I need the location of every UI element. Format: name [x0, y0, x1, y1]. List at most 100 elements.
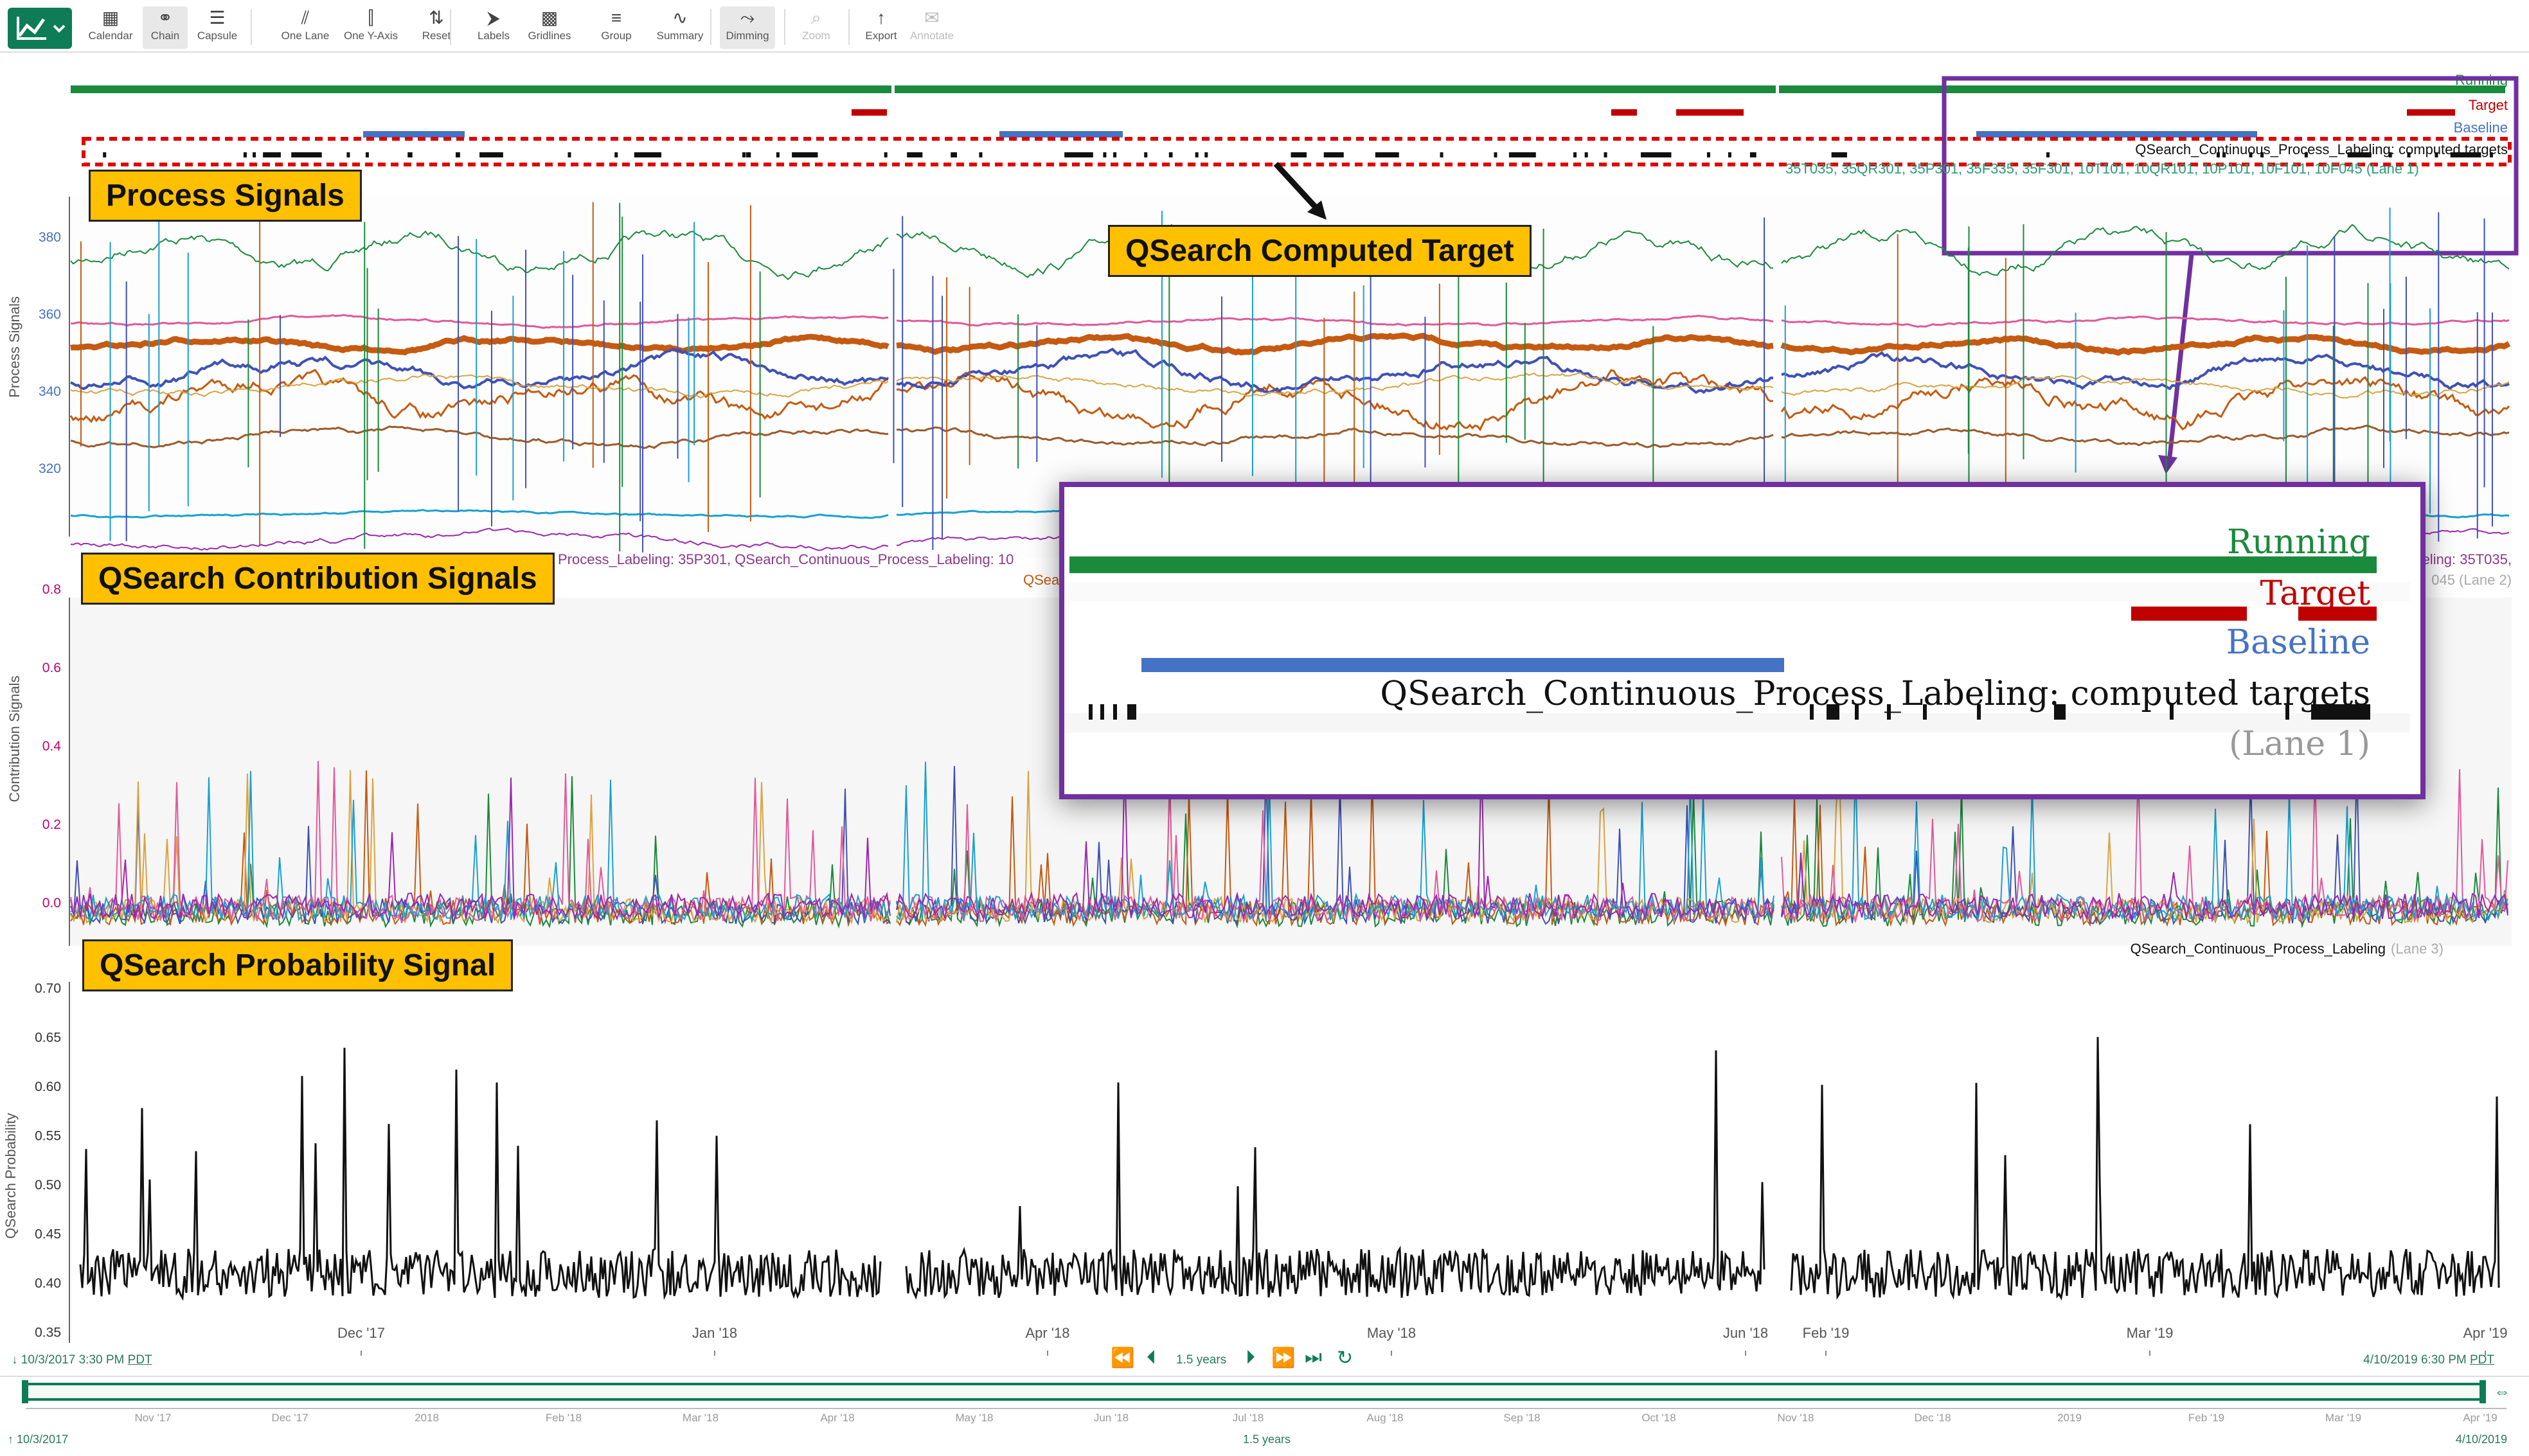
end-time[interactable]: 4/10/2019 6:30 PM PDT [2363, 1353, 2494, 1367]
capsule-button[interactable]: ☰ Capsule [190, 6, 244, 49]
computed-target-mark[interactable] [346, 152, 350, 157]
computed-target-mark[interactable] [243, 152, 247, 157]
computed-target-capsules[interactable] [103, 152, 2493, 157]
target-capsule[interactable] [852, 109, 887, 116]
running-capsule[interactable] [71, 85, 891, 93]
one-lane-button[interactable]: ⫽ One Lane [276, 6, 334, 49]
step-forward-far-button[interactable]: ⏩ [1271, 1347, 1295, 1369]
computed-target-mark[interactable] [1113, 152, 1117, 157]
overview-tick: Apr '18 [820, 1412, 854, 1424]
computed-target-mark[interactable] [456, 152, 460, 157]
overview-range-selector[interactable] [24, 1383, 2483, 1401]
export-button[interactable]: ↑ Export [859, 6, 904, 49]
group-button[interactable]: ≡ Group [594, 6, 639, 49]
time-overview[interactable]: Nov '17 Dec '17 2018 Feb '18 Mar '18 Apr '18 M… [0, 1376, 2529, 1424]
labels-icon: ⮞ [487, 8, 501, 28]
chain-button[interactable]: ⚭ Chain [143, 6, 188, 49]
computed-target-mark[interactable] [1494, 152, 1497, 157]
computed-target-mark[interactable] [1064, 152, 1093, 157]
probability-tick: 0.60 [35, 1079, 61, 1094]
zoom-running-label: Running [2226, 523, 2370, 562]
computed-target-mark[interactable] [792, 152, 818, 157]
gridlines-button[interactable]: ▩ Gridlines [521, 6, 578, 49]
overview-start[interactable]: ↑ 10/3/2017 [8, 1433, 68, 1446]
computed-target-mark[interactable] [103, 152, 107, 157]
summary-icon: ∿ [672, 8, 688, 28]
running-capsule[interactable] [895, 85, 1776, 93]
computed-target-mark[interactable] [776, 152, 780, 157]
computed-target-mark[interactable] [1749, 152, 1753, 157]
one-y-axis-button[interactable]: ⫿ One Y-Axis [339, 6, 402, 49]
computed-target-mark[interactable] [1204, 152, 1208, 157]
computed-target-mark[interactable] [1323, 152, 1344, 157]
overview-end[interactable]: 4/10/2019 [2456, 1433, 2507, 1446]
capsule-lane[interactable]: Running Target Baseline QSearch_Continuo… [71, 72, 2512, 166]
computed-target-mark[interactable] [1831, 152, 1847, 157]
baseline-capsule[interactable] [999, 131, 1123, 138]
target-capsule[interactable] [1676, 109, 1744, 116]
computed-target-mark[interactable] [907, 152, 923, 157]
computed-target-mark[interactable] [1375, 152, 1399, 157]
computed-target-mark[interactable] [1144, 152, 1148, 157]
jump-to-now-button[interactable]: ⏭ [1305, 1347, 1322, 1369]
computed-target-mark[interactable] [263, 152, 281, 157]
start-time[interactable]: ↓ 10/3/2017 3:30 PM PDT [12, 1353, 152, 1367]
computed-target-mark[interactable] [365, 152, 369, 157]
zoom-target-label: Target [2260, 574, 2370, 613]
computed-target-mark[interactable] [1604, 152, 1607, 157]
calendar-button[interactable]: ▦ Calendar [85, 6, 136, 49]
computed-target-mark[interactable] [291, 152, 322, 157]
target-capsule[interactable] [2407, 109, 2455, 116]
computed-target-mark[interactable] [1573, 152, 1577, 157]
computed-target-mark[interactable] [567, 152, 571, 157]
computed-target-mark[interactable] [409, 152, 413, 157]
computed-target-mark[interactable] [1508, 152, 1536, 157]
annotate-button[interactable]: ✉ Annotate [905, 6, 959, 49]
computed-target-mark[interactable] [479, 152, 503, 157]
computed-target-mark[interactable] [1440, 152, 1443, 157]
computed-target-mark[interactable] [1706, 152, 1710, 157]
baseline-capsule[interactable] [1976, 131, 2257, 138]
probability-tick: 0.45 [35, 1227, 61, 1242]
computed-target-mark[interactable] [2046, 152, 2050, 157]
computed-target-mark[interactable] [954, 152, 958, 157]
chart-type-menu-button[interactable] [8, 8, 72, 49]
computed-target-mark[interactable] [979, 152, 983, 157]
step-back-far-button[interactable]: ⏪ [1111, 1347, 1134, 1369]
labels-button[interactable]: ⮞ Labels [470, 6, 517, 49]
overview-left-handle[interactable] [22, 1380, 28, 1403]
computed-target-mark[interactable] [1103, 152, 1107, 157]
step-forward-button[interactable]: ⏵ [1246, 1347, 1255, 1369]
computed-target-mark[interactable] [884, 152, 888, 157]
computed-target-mark[interactable] [1584, 152, 1588, 157]
computed-target-mark[interactable] [742, 152, 746, 157]
running-capsule[interactable] [1779, 85, 2505, 93]
computed-target-mark[interactable] [951, 152, 954, 157]
computed-target-mark[interactable] [1195, 152, 1199, 157]
refresh-icon[interactable]: ↻ [1337, 1347, 1353, 1369]
computed-target-mark[interactable] [1169, 152, 1173, 157]
toolbar: ▦ Calendar ⚭ Chain ☰ Capsule ⫽ One Lane ⫿ One Y-A… [0, 0, 2529, 53]
computed-target-mark[interactable] [747, 152, 751, 157]
computed-target-mark[interactable] [1301, 152, 1305, 157]
computed-target-mark[interactable] [1641, 152, 1672, 157]
computed-target-mark[interactable] [1753, 152, 1756, 157]
one-lane-icon: ⫽ [301, 8, 310, 28]
computed-target-mark[interactable] [1295, 152, 1299, 157]
overview-zoom-icon[interactable]: ⇔ [2494, 1381, 2510, 1401]
dimming-button[interactable]: ⤳ Dimming [720, 6, 775, 49]
reset-button[interactable]: ⇅ Reset [414, 6, 459, 49]
display-range-duration[interactable]: 1.5 years [1176, 1353, 1226, 1367]
zoom-button[interactable]: ⌕ Zoom [797, 6, 836, 49]
step-back-button[interactable]: ⏴ [1147, 1347, 1156, 1369]
overview-right-handle[interactable] [2480, 1380, 2486, 1403]
computed-target-mark[interactable] [253, 152, 256, 157]
probability-legend-lane: (Lane 3) [2391, 941, 2444, 957]
computed-target-mark[interactable] [1728, 152, 1731, 157]
summary-button[interactable]: ∿ Summary [650, 6, 710, 49]
baseline-capsule[interactable] [363, 131, 465, 138]
zoom-computed-label: QSearch_Continuous_Process_Labeling: com… [1380, 675, 2370, 713]
computed-target-mark[interactable] [614, 152, 618, 157]
computed-target-mark[interactable] [634, 152, 662, 157]
target-capsule[interactable] [1611, 109, 1637, 116]
